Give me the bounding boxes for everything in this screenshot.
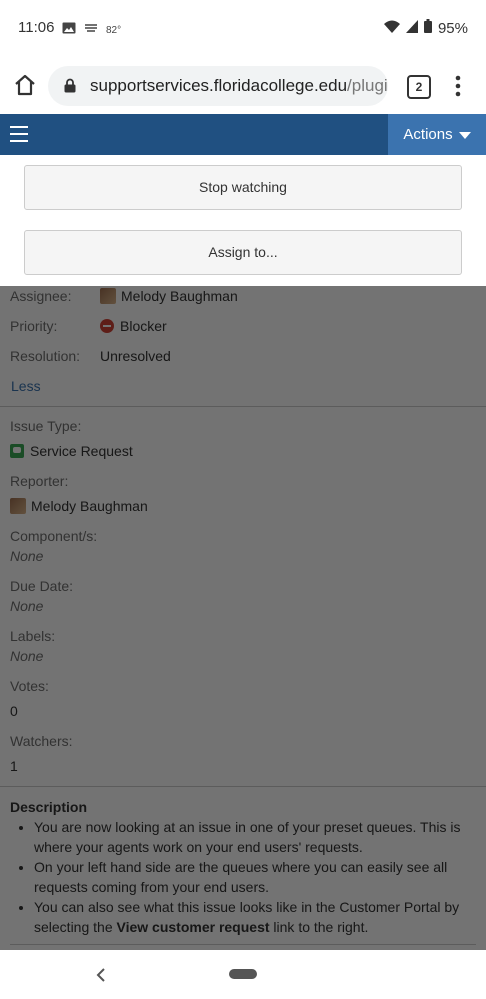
url-domain: supportservices.floridacollege.edu [90,76,348,95]
section-divider [0,786,486,787]
home-icon[interactable] [12,72,38,98]
issue-details: Assignee: Melody Baughman Priority: Bloc… [0,286,486,950]
status-time: 11:06 [18,19,55,36]
stop-watching-button[interactable]: Stop watching [24,165,462,210]
list-item: You are now looking at an issue in one o… [34,817,484,857]
hamburger-menu-icon[interactable] [10,126,28,142]
list-item: You can also see what this issue looks l… [34,897,484,937]
resolution-row: Resolution: Unresolved [10,348,171,364]
assignee-label: Assignee: [10,288,72,304]
status-left-icons: 82° [62,21,121,39]
lock-icon [64,78,76,98]
url-text: supportservices.floridacollege.edu/plugi [90,76,388,96]
priority-row: Priority: Blocker [10,318,167,334]
status-temperature: 82° [106,24,122,36]
signal-icon [405,19,418,37]
url-path: /plugi [347,76,388,95]
system-navigation-bar [0,950,486,999]
description-title: Description [10,799,88,815]
actions-dropdown: Stop watching Assign to... [0,155,486,286]
assignee-name: Melody Baughman [121,288,238,304]
home-pill-icon[interactable] [229,969,257,979]
labels-value: None [10,648,44,664]
avatar [100,288,116,304]
battery-icon [423,19,432,37]
labels-label: Labels: [10,628,56,644]
list-item: On your left hand side are the queues wh… [34,857,484,897]
watchers-label: Watchers: [10,733,73,749]
priority-value: Blocker [100,318,167,334]
less-link[interactable]: Less [11,378,41,394]
components-value: None [10,548,44,564]
wifi-icon [383,20,400,37]
status-right-icons: 95% [383,19,468,37]
browser-toolbar: supportservices.floridacollege.edu/plugi… [0,58,486,114]
votes-value[interactable]: 0 [10,703,18,719]
section-divider [10,944,476,945]
reporter-name: Melody Baughman [31,498,148,514]
actions-label: Actions [403,126,453,143]
app-header: Actions [0,114,486,155]
issue-type-label: Issue Type: [10,418,82,434]
image-icon [62,21,76,39]
assignee-value[interactable]: Melody Baughman [100,288,238,304]
reporter-label: Reporter: [10,473,69,489]
watchers-value[interactable]: 1 [10,758,18,774]
overflow-menu-icon[interactable] [452,73,464,99]
due-date-value: None [10,598,44,614]
battery-percent: 95% [437,19,468,37]
tab-switcher-button[interactable]: 2 [407,75,431,99]
assign-to-button[interactable]: Assign to... [24,230,462,275]
caret-down-icon [458,131,471,139]
avatar [10,498,26,514]
priority-label: Priority: [10,318,58,334]
blocker-icon [100,319,114,333]
view-customer-request-text: View customer request [116,919,270,935]
assignee-row: Assignee: Melody Baughman [10,288,238,304]
description-text: link to the right. [269,919,369,935]
components-label: Component/s: [10,528,98,544]
votes-label: Votes: [10,678,49,694]
priority-name: Blocker [120,318,167,334]
weather-icon [84,21,98,39]
resolution-label: Resolution: [10,348,81,364]
resolution-value: Unresolved [100,348,171,364]
description-list: You are now looking at an issue in one o… [14,817,484,937]
service-request-icon [10,444,24,458]
reporter-value[interactable]: Melody Baughman [10,498,148,514]
actions-button[interactable]: Actions [388,114,486,155]
issue-type-value: Service Request [10,443,133,459]
url-bar[interactable]: supportservices.floridacollege.edu/plugi [48,66,388,106]
due-date-label: Due Date: [10,578,74,594]
back-icon[interactable] [96,966,106,987]
section-divider [0,406,486,407]
issue-type-name: Service Request [30,443,133,459]
status-bar: 11:06 82° 95% [0,0,486,58]
